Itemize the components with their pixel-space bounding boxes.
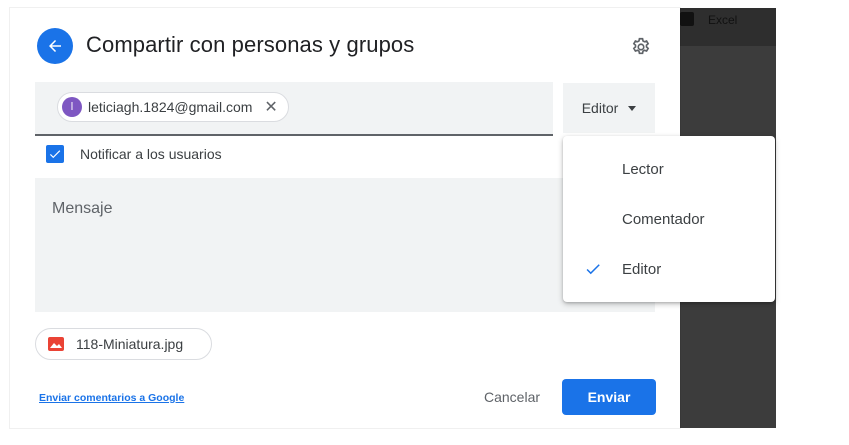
menu-item-label: Editor xyxy=(622,260,662,278)
attachment-chip[interactable]: 118-Miniatura.jpg xyxy=(35,328,212,360)
feedback-link[interactable]: Enviar comentarios a Google xyxy=(39,392,184,404)
notify-label: Notificar a los usuarios xyxy=(80,146,222,162)
notify-checkbox[interactable] xyxy=(46,145,64,163)
attachment-name: 118-Miniatura.jpg xyxy=(76,336,184,352)
menu-item-lector[interactable]: Lector xyxy=(563,144,775,194)
avatar: l xyxy=(62,97,82,117)
cancel-button[interactable]: Cancelar xyxy=(472,379,552,415)
checkbox-checked-icon xyxy=(49,150,61,159)
settings-button[interactable] xyxy=(630,36,652,58)
notify-option[interactable]: Notificar a los usuarios xyxy=(46,145,222,163)
role-dropdown-label: Editor xyxy=(581,100,619,116)
background-app-label: Excel xyxy=(708,13,738,27)
send-button[interactable]: Enviar xyxy=(562,379,656,415)
app-square-icon xyxy=(680,12,694,26)
recipient-chip[interactable]: l leticiagh.1824@gmail.com ✕ xyxy=(57,92,289,122)
checkmark-icon xyxy=(586,264,600,275)
recipients-field[interactable]: l leticiagh.1824@gmail.com ✕ xyxy=(35,82,553,136)
menu-item-editor[interactable]: Editor xyxy=(563,244,775,294)
menu-item-label: Lector xyxy=(622,160,664,178)
message-textarea[interactable]: Mensaje xyxy=(35,178,655,312)
message-placeholder: Mensaje xyxy=(52,200,113,217)
menu-item-comentador[interactable]: Comentador xyxy=(563,194,775,244)
role-menu: Lector Comentador Editor xyxy=(563,136,775,302)
close-icon[interactable]: ✕ xyxy=(264,97,277,117)
caret-down-icon xyxy=(628,105,637,111)
screen: Excel Compartir con personas y grupos l … xyxy=(0,0,849,445)
recipient-email: leticiagh.1824@gmail.com xyxy=(88,99,253,115)
image-file-icon xyxy=(48,337,64,351)
dialog-title: Compartir con personas y grupos xyxy=(86,32,415,57)
background-toolbar: Excel xyxy=(676,8,776,46)
arrow-back-icon xyxy=(49,40,61,52)
menu-item-label: Comentador xyxy=(622,210,705,228)
role-dropdown-button[interactable]: Editor xyxy=(563,83,655,133)
back-button[interactable] xyxy=(37,28,73,64)
gear-icon xyxy=(632,37,650,55)
